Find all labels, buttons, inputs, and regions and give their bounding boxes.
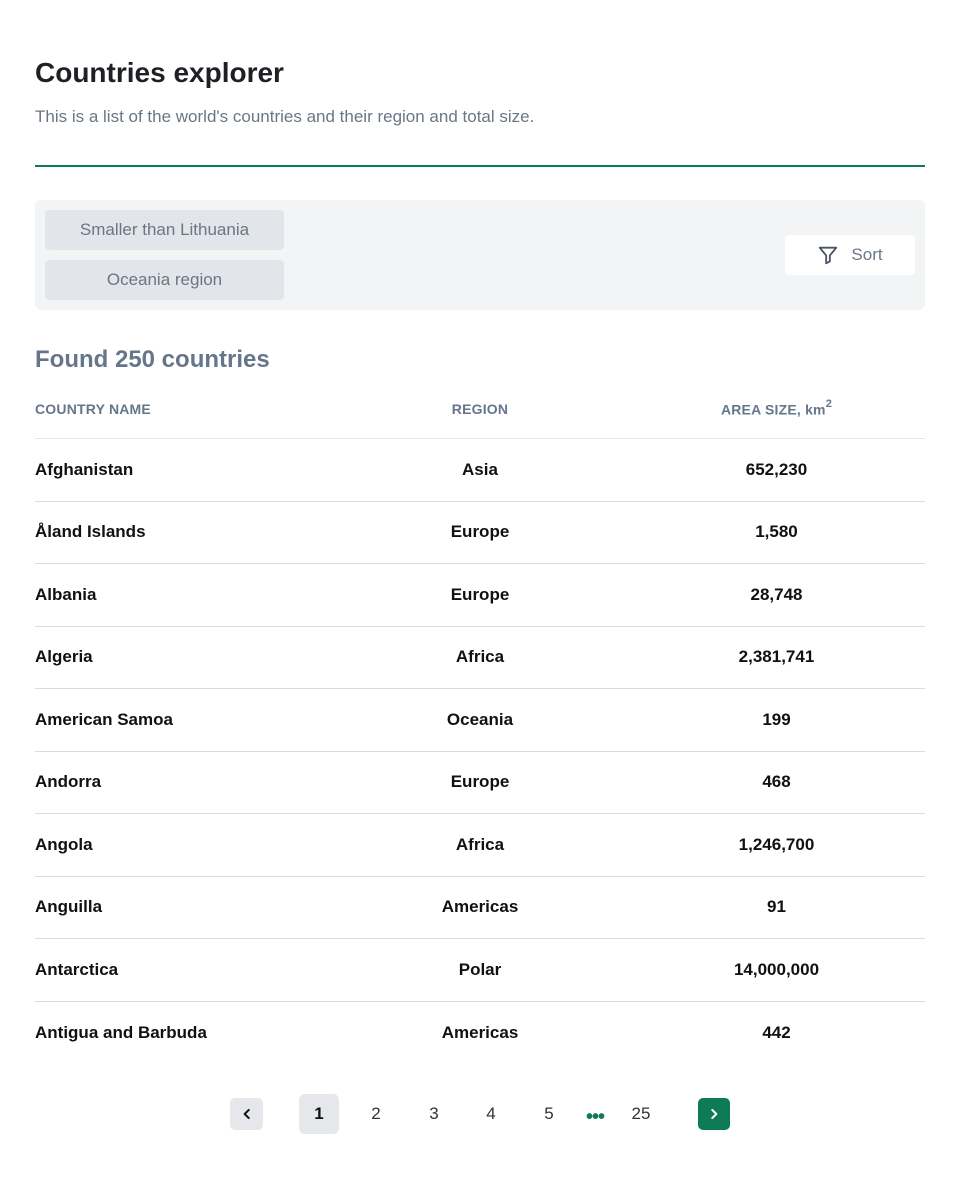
table-row[interactable]: Antigua and Barbuda Americas 442 [35, 1002, 925, 1065]
country-name-cell: Antigua and Barbuda [35, 1022, 207, 1042]
area-cell: 28,748 [750, 584, 803, 604]
country-name-cell: Åland Islands [35, 522, 146, 542]
area-cell: 2,381,741 [738, 647, 815, 667]
region-cell: Africa [455, 834, 505, 854]
country-name-cell: Anguilla [35, 897, 103, 917]
page-title: Countries explorer [35, 57, 284, 88]
table-row[interactable]: Afghanistan Asia 652,230 [35, 439, 925, 502]
chevron-right-icon [711, 1108, 718, 1120]
chevron-left-icon [243, 1108, 250, 1120]
country-name-cell: Andorra [35, 772, 102, 792]
filter-icon [817, 244, 839, 266]
filter-panel: Smaller than Lithuania Oceania region So… [35, 200, 925, 310]
table-row[interactable]: Andorra Europe 468 [35, 752, 925, 814]
table-body: Afghanistan Asia 652,230 Åland Islands Europ… [35, 439, 925, 1064]
pagination-page-current[interactable]: 1 [299, 1094, 339, 1134]
table-row[interactable]: Antarctica Polar 14,000,000 [35, 939, 925, 1002]
pagination-prev-button[interactable] [230, 1098, 263, 1130]
pagination-next-button[interactable] [698, 1098, 730, 1130]
region-cell: Asia [462, 459, 498, 479]
region-cell: Europe [450, 584, 510, 604]
area-cell: 1,580 [755, 522, 798, 542]
table-row[interactable]: Angola Africa 1,246,700 [35, 814, 925, 877]
region-cell: Oceania [446, 709, 514, 729]
region-cell: Europe [450, 522, 510, 542]
table-row[interactable]: Anguilla Americas 91 [35, 877, 925, 939]
region-cell: Europe [450, 772, 510, 792]
table-row[interactable]: Åland Islands Europe 1,580 [35, 502, 925, 564]
country-name-cell: Algeria [35, 647, 93, 667]
header-divider [35, 165, 925, 167]
pagination: 1 2 3 4 5 ••• 25 [0, 1094, 960, 1134]
country-name-cell: Albania [35, 584, 97, 604]
country-name-cell: Afghanistan [35, 459, 134, 479]
column-header-country-name[interactable]: COUNTRY NAME [35, 401, 332, 417]
table-row[interactable]: Algeria Africa 2,381,741 [35, 627, 925, 689]
area-cell: 199 [762, 709, 791, 729]
filter-chip-smaller-than-lithuania[interactable]: Smaller than Lithuania [45, 210, 284, 250]
sort-label: Sort [851, 245, 883, 264]
pagination-page-3[interactable]: 3 [419, 1094, 449, 1134]
page-subtitle: This is a list of the world's countries … [35, 107, 535, 126]
pagination-ellipsis: ••• [585, 1105, 605, 1128]
sort-button[interactable]: Sort [785, 235, 915, 275]
region-cell: Americas [441, 897, 519, 917]
table-header: COUNTRY NAME REGION AREA SIZE, km2 [35, 380, 925, 439]
area-cell: 652,230 [745, 459, 808, 479]
pagination-page-last[interactable]: 25 [626, 1094, 656, 1134]
column-header-region[interactable]: REGION [332, 401, 628, 417]
country-name-cell: American Samoa [35, 709, 173, 729]
area-cell: 442 [762, 1022, 791, 1042]
countries-table: COUNTRY NAME REGION AREA SIZE, km2 Afgha… [35, 380, 925, 1064]
country-name-cell: Angola [35, 834, 93, 854]
region-cell: Polar [458, 959, 502, 979]
table-row[interactable]: American Samoa Oceania 199 [35, 689, 925, 752]
pagination-page-2[interactable]: 2 [361, 1094, 391, 1134]
pagination-page-4[interactable]: 4 [476, 1094, 506, 1134]
area-header-exponent: 2 [825, 398, 833, 411]
region-cell: Africa [455, 647, 505, 667]
area-cell: 468 [762, 772, 791, 792]
country-name-cell: Antarctica [35, 959, 119, 979]
area-cell: 1,246,700 [738, 834, 815, 854]
area-header-label: AREA SIZE, km [720, 401, 826, 418]
column-header-area-size[interactable]: AREA SIZE, km2 [628, 398, 925, 418]
filter-chip-oceania-region[interactable]: Oceania region [45, 260, 284, 300]
area-cell: 14,000,000 [733, 959, 820, 979]
area-cell: 91 [767, 897, 786, 917]
pagination-page-5[interactable]: 5 [534, 1094, 564, 1134]
results-count: Found 250 countries [35, 346, 270, 373]
region-cell: Americas [441, 1022, 519, 1042]
table-row[interactable]: Albania Europe 28,748 [35, 564, 925, 627]
